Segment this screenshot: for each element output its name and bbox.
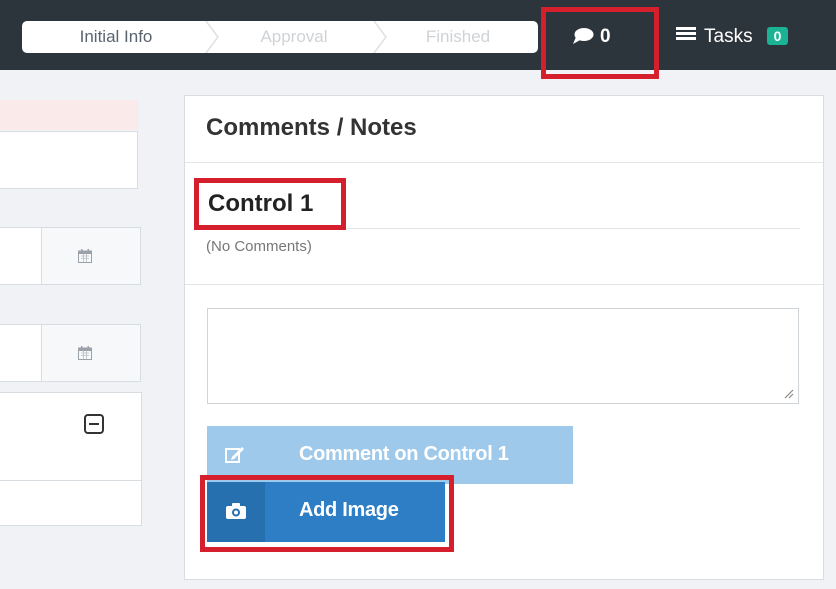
calendar-icon	[78, 346, 92, 360]
comments-count-button[interactable]: 0	[572, 26, 611, 48]
top-bar: Initial Info Approval Finished 0 Tasks 0	[0, 0, 836, 70]
calendar-button[interactable]	[41, 227, 141, 285]
date-field[interactable]	[0, 324, 141, 382]
comment-button[interactable]: Comment on Control 1	[207, 426, 573, 484]
comments-count: 0	[600, 26, 611, 47]
wizard-step-approval[interactable]: Approval	[210, 21, 378, 53]
add-image-button[interactable]: Add Image	[207, 482, 445, 542]
comment-textarea[interactable]	[207, 308, 799, 404]
list-icon	[676, 27, 696, 40]
speech-bubble-icon	[573, 28, 594, 44]
no-comments-text: (No Comments)	[206, 238, 312, 255]
tasks-button[interactable]: Tasks 0	[676, 26, 789, 48]
add-image-label: Add Image	[299, 499, 399, 521]
wizard-step-initial-info[interactable]: Initial Info	[22, 21, 210, 53]
panel-title: Comments / Notes	[206, 114, 417, 141]
divider	[185, 162, 823, 163]
tasks-badge: 0	[766, 27, 789, 45]
wizard-step-label: Initial Info	[79, 27, 153, 46]
edit-icon	[225, 447, 244, 463]
wizard-step-label: Finished	[425, 27, 491, 46]
text-field[interactable]	[0, 131, 138, 189]
chevron-right-icon	[205, 21, 219, 53]
date-field[interactable]	[0, 227, 141, 285]
control-title: Control 1	[208, 190, 314, 217]
progress-wizard: Initial Info Approval Finished	[22, 21, 538, 53]
collapsible-section	[0, 392, 142, 526]
camera-icon	[226, 503, 246, 519]
divider	[206, 228, 800, 229]
wizard-step-label: Approval	[260, 27, 328, 46]
calendar-icon	[78, 249, 92, 263]
calendar-button[interactable]	[41, 324, 141, 382]
alert-strip	[0, 100, 138, 130]
chevron-right-icon	[373, 21, 387, 53]
comment-button-label: Comment on Control 1	[299, 443, 509, 465]
collapse-icon[interactable]	[84, 414, 104, 434]
divider	[0, 480, 142, 481]
divider	[185, 284, 823, 285]
resize-handle-icon[interactable]	[782, 387, 794, 399]
tasks-label: Tasks	[704, 26, 753, 47]
wizard-step-finished[interactable]: Finished	[378, 21, 538, 53]
